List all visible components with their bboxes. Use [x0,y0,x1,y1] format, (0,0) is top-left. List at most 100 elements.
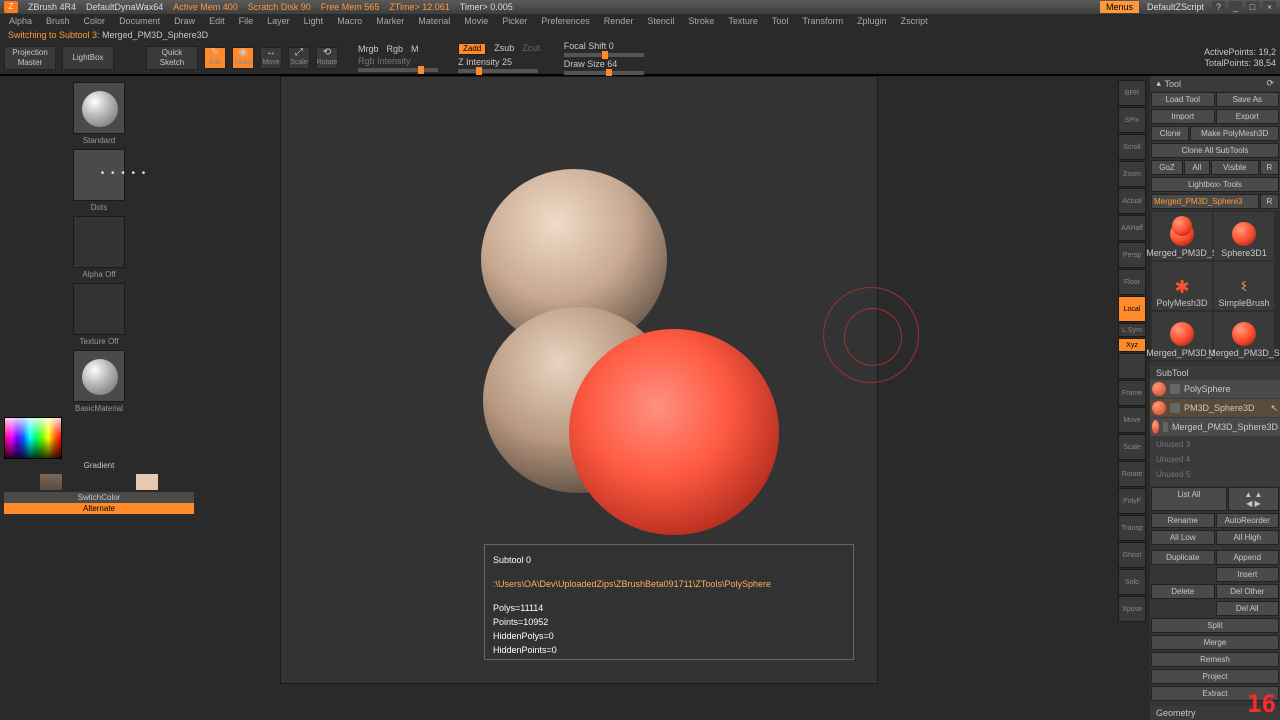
load-tool-button[interactable]: Load Tool [1151,92,1215,107]
xpose-button[interactable]: Xpose [1118,596,1146,622]
goz-visible-button[interactable]: Visible [1211,160,1259,175]
menu-stencil[interactable]: Stencil [642,16,679,26]
eye-icon[interactable] [1163,422,1168,432]
goz-r-button[interactable]: R [1260,160,1279,175]
lightbox-button[interactable]: LightBox [62,46,114,70]
projection-master-button[interactable]: Projection Master [4,46,56,70]
texture-thumb[interactable] [73,283,125,335]
stroke-thumb[interactable] [73,149,125,201]
menu-color[interactable]: Color [79,16,111,26]
all-high-button[interactable]: All High [1216,530,1280,545]
bpr-button[interactable]: BPR [1118,80,1146,106]
clone-button[interactable]: Clone [1151,126,1189,141]
scale-button[interactable]: ⤢Scale [288,47,310,69]
menu-document[interactable]: Document [114,16,165,26]
clone-all-subtools-button[interactable]: Clone All SubTools [1151,143,1279,158]
eye-icon[interactable] [1170,384,1180,394]
tool-thumb-1[interactable]: Sphere3D1 [1214,212,1274,260]
tool-thumb-5[interactable]: Merged_PM3D_S [1214,312,1274,360]
lsym-button[interactable]: L.Sym [1118,323,1146,337]
menu-preferences[interactable]: Preferences [536,16,595,26]
menu-light[interactable]: Light [299,16,329,26]
close-button[interactable]: × [1263,1,1276,13]
zoom-button[interactable]: Zoom [1118,161,1146,187]
subtool-row[interactable]: PM3D_Sphere3D↖ [1150,399,1280,417]
frame-button[interactable]: Frame [1118,380,1146,406]
menus-button[interactable]: Menus [1100,1,1139,13]
floor-button[interactable]: Floor [1118,269,1146,295]
rotate-nav-button[interactable]: Rotate [1118,461,1146,487]
menu-alpha[interactable]: Alpha [4,16,37,26]
duplicate-button[interactable]: Duplicate [1151,550,1215,565]
lock-button[interactable] [1118,353,1146,379]
menu-macro[interactable]: Macro [332,16,367,26]
insert-button[interactable]: Insert [1216,567,1280,582]
menu-movie[interactable]: Movie [459,16,493,26]
polyf-button[interactable]: PolyF [1118,488,1146,514]
export-button[interactable]: Export [1216,109,1280,124]
secondary-color-swatch[interactable] [136,474,158,490]
menu-edit[interactable]: Edit [204,16,230,26]
m-toggle[interactable]: M [411,44,419,54]
color-picker[interactable] [4,417,62,459]
menu-file[interactable]: File [234,16,259,26]
main-color-swatch[interactable] [40,474,62,490]
brush-thumb[interactable] [73,82,125,134]
autoreorder-button[interactable]: AutoReorder [1216,513,1280,528]
z-intensity-slider[interactable] [458,69,538,73]
persp-button[interactable]: Persp [1118,242,1146,268]
subtool-row[interactable]: Merged_PM3D_Sphere3D [1150,418,1280,436]
help-button[interactable]: ? [1212,1,1225,13]
actual-button[interactable]: Actual [1118,188,1146,214]
maximize-button[interactable]: □ [1246,1,1259,13]
project-header[interactable]: Project [1151,669,1279,684]
tool-thumb-2[interactable]: ✱PolyMesh3D [1152,262,1212,310]
scroll-button[interactable]: Scroll [1118,134,1146,160]
menu-stroke[interactable]: Stroke [683,16,719,26]
zsub-toggle[interactable]: Zsub [494,43,514,55]
transp-button[interactable]: Transp [1118,515,1146,541]
xyz-button[interactable]: Xyz [1118,338,1146,352]
save-as-button[interactable]: Save As [1216,92,1280,107]
goz-all-button[interactable]: All [1184,160,1210,175]
solo-button[interactable]: Solo [1118,569,1146,595]
menu-zscript[interactable]: Zscript [896,16,933,26]
aahalf-button[interactable]: AAHalf [1118,215,1146,241]
import-button[interactable]: Import [1151,109,1215,124]
alpha-thumb[interactable] [73,216,125,268]
mrgb-toggle[interactable]: Mrgb [358,44,379,54]
menu-texture[interactable]: Texture [723,16,763,26]
tool-header[interactable]: ▸Tool⟳ [1150,76,1280,91]
alternate-button[interactable]: Alternate [4,503,194,514]
menu-layer[interactable]: Layer [262,16,295,26]
subtool-header[interactable]: SubTool [1150,366,1280,380]
draw-size-slider[interactable] [564,71,644,75]
lightbox-tools-button[interactable]: Lightbox› Tools [1151,177,1279,192]
zscript-label[interactable]: DefaultZScript [1147,2,1204,12]
subtool-row[interactable]: PolySphere [1150,380,1280,398]
goz-button[interactable]: GoZ [1151,160,1183,175]
spix-button[interactable]: SPix [1118,107,1146,133]
menu-draw[interactable]: Draw [169,16,200,26]
menu-picker[interactable]: Picker [497,16,532,26]
local-button[interactable]: Local [1118,296,1146,322]
zcut-toggle[interactable]: Zcut [522,43,540,55]
edit-button[interactable]: ✎Edit [204,47,226,69]
tool-thumb-0[interactable]: Merged_PM3D_S [1152,212,1212,260]
merge-header[interactable]: Merge [1151,635,1279,650]
menu-zplugin[interactable]: Zplugin [852,16,892,26]
menu-brush[interactable]: Brush [41,16,75,26]
remesh-header[interactable]: Remesh [1151,652,1279,667]
menu-render[interactable]: Render [599,16,639,26]
tool-r-button[interactable]: R [1260,194,1279,209]
switchcolor-button[interactable]: SwitchColor [4,492,194,503]
rename-button[interactable]: Rename [1151,513,1215,528]
ghost-button[interactable]: Ghost [1118,542,1146,568]
tool-thumb-3[interactable]: ଽSimpleBrush [1214,262,1274,310]
list-all-button[interactable]: List All [1151,487,1227,511]
split-header[interactable]: Split [1151,618,1279,633]
material-thumb[interactable] [73,350,125,402]
rgb-intensity-slider[interactable] [358,68,438,72]
del-all-button[interactable]: Del All [1216,601,1280,616]
minimize-button[interactable]: _ [1229,1,1242,13]
